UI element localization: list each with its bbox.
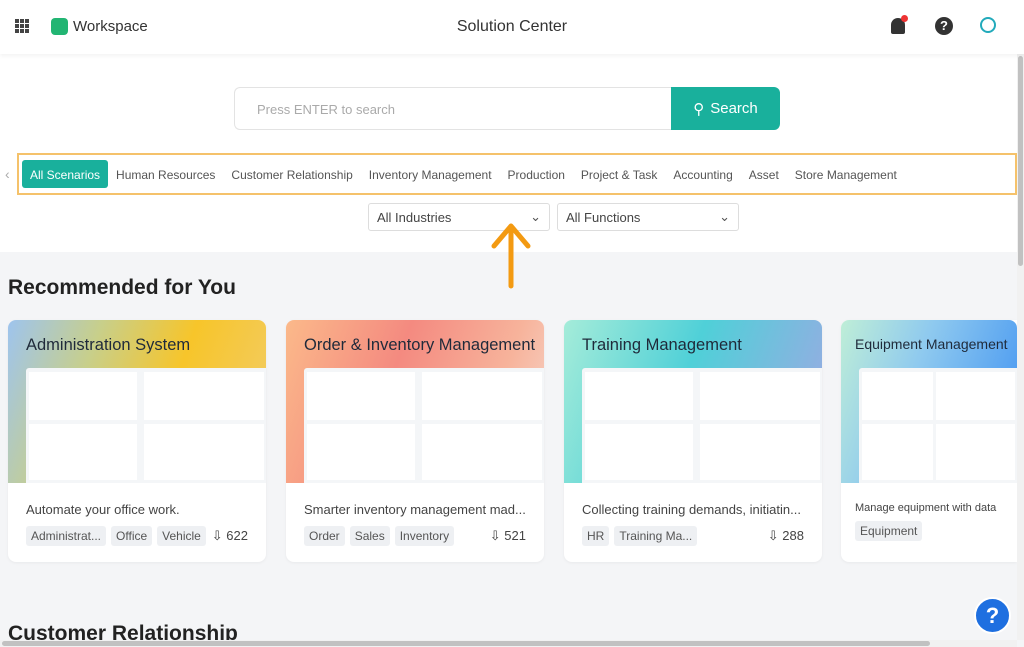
function-select[interactable]: All Functions ⌄ (557, 203, 739, 231)
card-title: Administration System (26, 336, 191, 354)
tab-customer-relationship[interactable]: Customer Relationship (223, 160, 360, 188)
download-count: ⇩ 622 (212, 528, 248, 544)
page-title: Solution Center (456, 18, 568, 35)
arrow-up-icon (491, 223, 531, 289)
solution-card[interactable]: Equipment Management Manage equipment wi… (841, 320, 1017, 562)
download-count: ⇩ 521 (490, 528, 526, 544)
download-icon: ⇩ (211, 528, 223, 543)
search-input[interactable]: Press ENTER to search (234, 87, 671, 130)
card-description: Manage equipment with data (855, 502, 997, 514)
search-button-label: Search (710, 100, 758, 117)
chevron-down-icon: ⌄ (719, 209, 730, 224)
tag: Inventory (394, 526, 455, 546)
help-icon[interactable]: ? (935, 17, 953, 35)
card-title: Equipment Management (855, 336, 1008, 352)
tab-production[interactable]: Production (500, 160, 573, 188)
solution-card[interactable]: Administration System Automate your offi… (8, 320, 266, 562)
card-description: Smarter inventory management mad... (304, 502, 526, 517)
dashboard-preview (582, 368, 822, 483)
dashboard-preview (304, 368, 544, 483)
download-value: 521 (504, 528, 526, 543)
search-button[interactable]: ⚲ Search (671, 87, 780, 130)
card-title: Order & Inventory Management (304, 336, 536, 354)
download-value: 288 (782, 528, 804, 543)
download-value: 622 (226, 528, 248, 543)
tag: Office (111, 526, 153, 546)
tab-accounting[interactable]: Accounting (665, 160, 740, 188)
industry-value: All Industries (377, 210, 452, 225)
dashboard-preview (859, 368, 1017, 483)
tag: Equipment (855, 521, 923, 541)
search-icon: ⚲ (693, 100, 705, 118)
scroll-left-chevron-icon[interactable]: ‹ (5, 166, 10, 182)
download-count: ⇩ 288 (768, 528, 804, 544)
tab-store-management[interactable]: Store Management (787, 160, 905, 188)
card-description: Automate your office work. (26, 502, 180, 517)
card-title: Training Management (582, 336, 742, 354)
tag: HR (582, 526, 610, 546)
tag: Administrat... (26, 526, 107, 546)
tab-asset[interactable]: Asset (741, 160, 787, 188)
top-bar: Workspace Solution Center ? (0, 0, 1024, 54)
tab-project-task[interactable]: Project & Task (573, 160, 665, 188)
section-title-recommended: Recommended for You (8, 276, 236, 299)
card-banner: Order & Inventory Management (286, 320, 544, 483)
download-icon: ⇩ (767, 528, 779, 543)
tag: Vehicle (157, 526, 206, 546)
tag: Sales (349, 526, 390, 546)
card-footer: Automate your office work. Administrat..… (26, 502, 248, 546)
tag: Training Ma... (614, 526, 698, 546)
tag-list: Equipment (855, 521, 1011, 541)
horizontal-scrollbar[interactable] (0, 640, 1017, 647)
solution-card[interactable]: Order & Inventory Management Smarter inv… (286, 320, 544, 562)
solution-card[interactable]: Training Management Collecting training … (564, 320, 822, 562)
card-banner: Training Management (564, 320, 822, 483)
card-banner: Administration System (8, 320, 266, 483)
scenario-tabs: All Scenarios Human Resources Customer Rel… (17, 153, 1017, 195)
tab-inventory-management[interactable]: Inventory Management (361, 160, 500, 188)
function-value: All Functions (566, 210, 641, 225)
card-banner: Equipment Management (841, 320, 1017, 483)
vertical-scrollbar[interactable] (1017, 54, 1024, 640)
card-footer: Smarter inventory management mad... Orde… (304, 502, 526, 546)
dashboard-preview (26, 368, 266, 483)
help-button[interactable]: ? (974, 597, 1011, 634)
card-footer: Manage equipment with data Equipment (855, 502, 1011, 541)
tab-all-scenarios[interactable]: All Scenarios (22, 160, 109, 188)
card-footer: Collecting training demands, initiatin..… (582, 502, 804, 546)
tag: Order (304, 526, 345, 546)
avatar[interactable] (980, 17, 996, 33)
tab-human-resources[interactable]: Human Resources (108, 160, 223, 188)
notification-badge (901, 15, 908, 22)
download-icon: ⇩ (489, 528, 501, 543)
card-description: Collecting training demands, initiatin..… (582, 502, 801, 517)
